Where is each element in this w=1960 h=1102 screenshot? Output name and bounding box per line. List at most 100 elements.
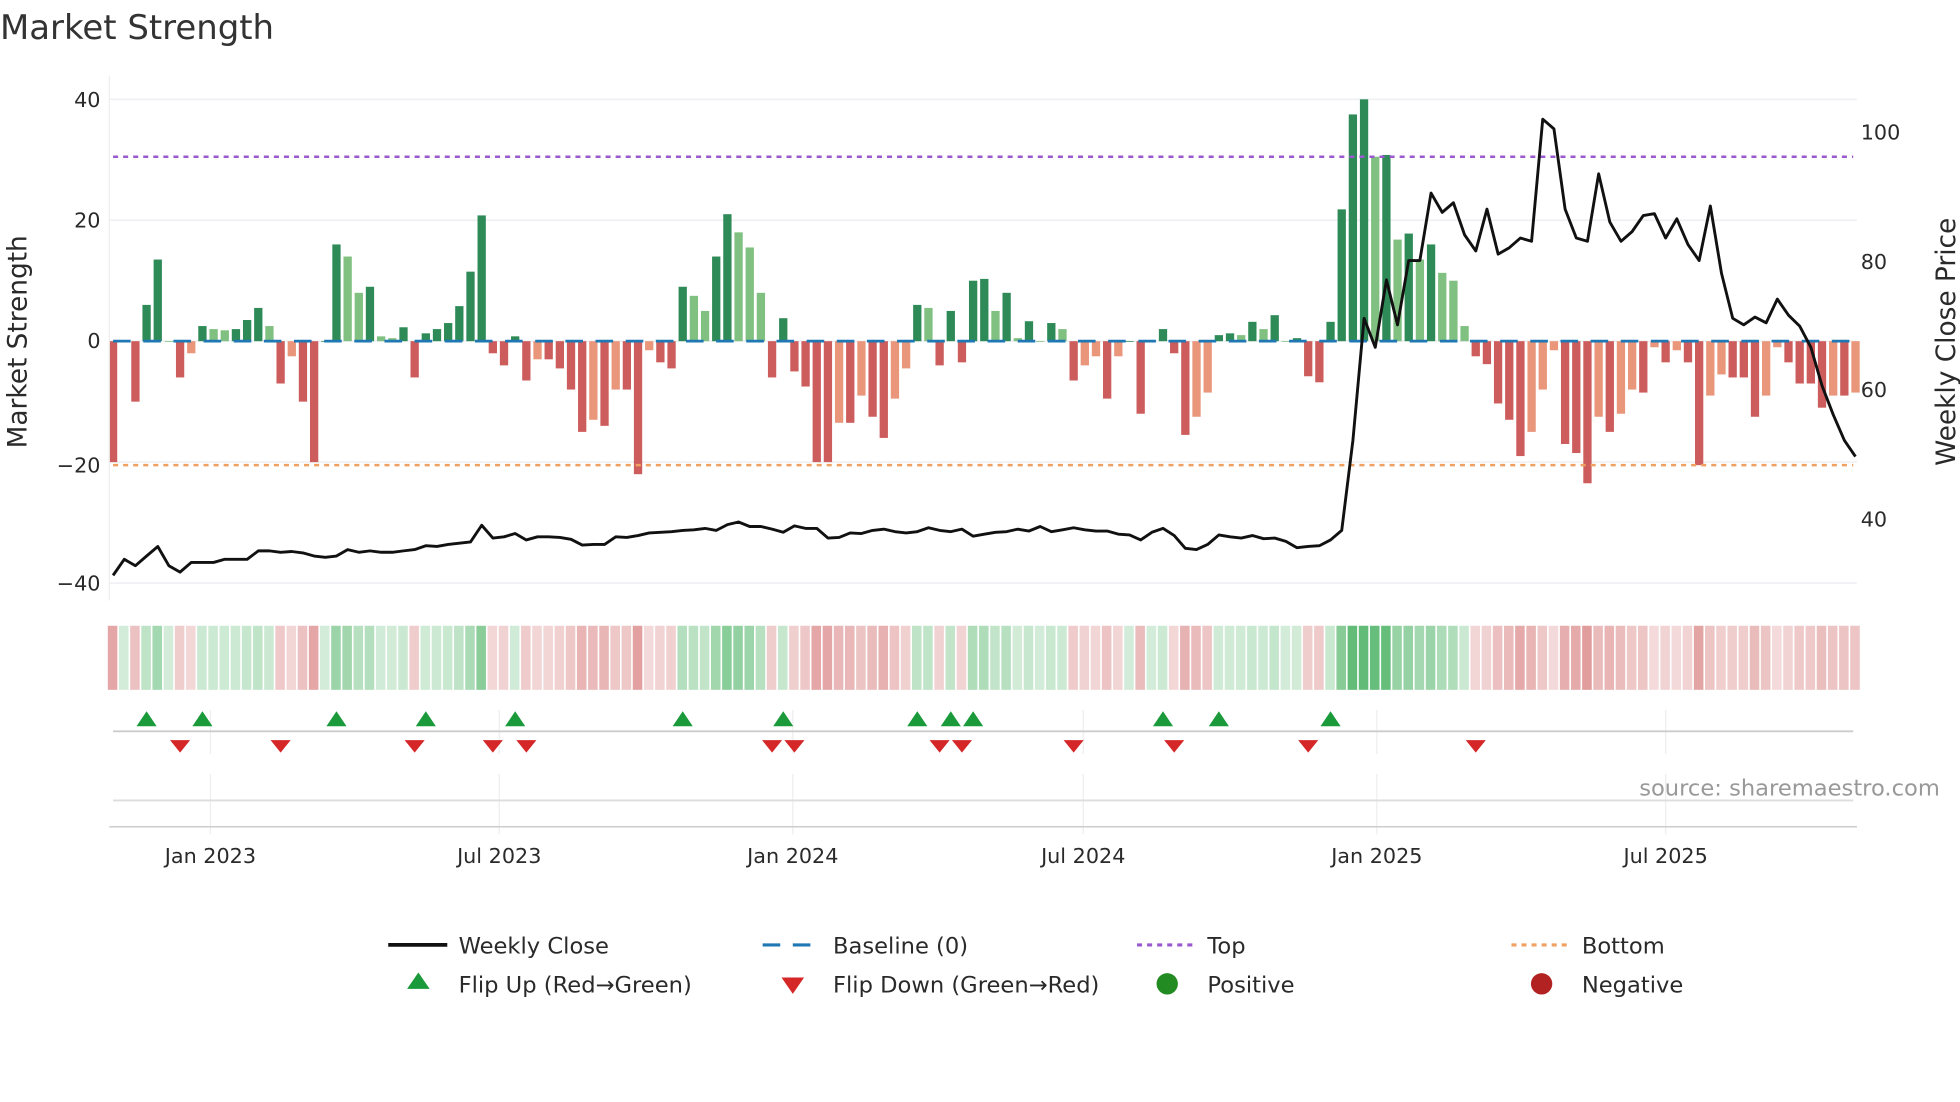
strength-bar <box>622 341 632 390</box>
heatmap-cell <box>219 625 230 690</box>
heatmap-cell <box>1336 625 1346 690</box>
y2-axis-title: Weekly Close Price <box>1932 218 1960 466</box>
flip-down-marker <box>1164 740 1185 753</box>
flip-up-marker <box>1320 711 1341 727</box>
heatmap-cell <box>800 625 810 690</box>
heatmap-cell <box>1638 625 1648 690</box>
strength-bar <box>790 341 799 372</box>
strength-bar <box>946 310 955 342</box>
heatmap-cell <box>1403 625 1414 690</box>
circle-icon <box>1530 973 1553 995</box>
heatmap-cell <box>722 625 732 690</box>
strength-bar <box>1594 341 1603 417</box>
heatmap-cell <box>1548 625 1559 690</box>
strength-bar <box>857 341 866 396</box>
heatmap-cell <box>1168 625 1179 690</box>
heatmap-cell <box>532 625 542 690</box>
heatmap-cell <box>934 625 944 690</box>
strength-bar <box>1158 329 1168 342</box>
heatmap-cell <box>454 625 464 690</box>
heatmap-cell <box>1738 625 1749 690</box>
legend-item-top[interactable]: Top <box>1137 934 1246 960</box>
flip-down-marker <box>1063 740 1084 753</box>
heatmap-cell <box>1358 625 1369 690</box>
heatmap-cell <box>1772 625 1782 690</box>
heatmap-cell <box>1436 625 1447 690</box>
flip-down-marker <box>270 740 291 753</box>
heatmap-cell <box>1827 625 1838 690</box>
gridlines <box>109 98 1857 835</box>
strength-bar <box>1304 341 1313 377</box>
heatmap-cell <box>185 625 196 690</box>
flip-down-marker <box>404 740 425 753</box>
flip-down-marker <box>516 740 537 753</box>
strength-bar <box>767 341 777 378</box>
heatmap-cell <box>1090 625 1101 690</box>
strength-bar <box>1527 341 1536 432</box>
heatmap-cell <box>1716 625 1726 690</box>
heatmap-cell <box>1269 625 1279 690</box>
strength-bar <box>466 271 475 342</box>
flip-up-marker <box>136 711 157 727</box>
heatmap-cell <box>442 625 453 690</box>
heatmap-cell <box>1448 625 1458 690</box>
heatmap-cell <box>1749 625 1760 690</box>
heatmap-cell <box>1582 625 1592 690</box>
heatmap-cell <box>655 625 665 690</box>
strength-bar <box>1572 341 1581 454</box>
strength-bar <box>913 304 922 342</box>
legend-item-baseline[interactable]: Baseline (0) <box>762 934 968 960</box>
heatmap-cell <box>1682 625 1693 690</box>
legend-item-bottom[interactable]: Bottom <box>1511 934 1665 960</box>
heatmap-cell <box>1727 625 1737 690</box>
heatmap-cell <box>253 625 263 690</box>
heatmap-cell <box>856 625 866 690</box>
strength-bar <box>175 341 185 378</box>
strength-bar <box>1181 341 1190 435</box>
strength-bar <box>131 341 140 402</box>
heatmap-cell <box>1660 625 1670 690</box>
strength-bar <box>1203 341 1212 393</box>
y2-tick-label: 60 <box>1861 378 1887 402</box>
heatmap-cell <box>1302 625 1313 690</box>
strength-bar <box>1639 341 1648 393</box>
legend-item-flip-up[interactable]: Flip Up (Red→Green) <box>407 972 692 999</box>
heatmap-cell <box>1760 625 1771 690</box>
strength-bar <box>1024 321 1034 342</box>
heatmap-cell <box>465 625 475 690</box>
strength-bar <box>410 341 419 378</box>
heatmap-cell <box>387 625 397 690</box>
heatmap-cell <box>889 625 900 690</box>
strength-bar <box>689 295 699 342</box>
heatmap-cell <box>476 625 486 690</box>
strength-bar <box>1627 341 1637 390</box>
strength-bar <box>1270 315 1279 342</box>
heatmap-cell <box>1515 625 1525 690</box>
heatmap-cell <box>1615 625 1626 690</box>
heatmap-cell <box>1258 625 1268 690</box>
strength-bar <box>198 326 207 342</box>
strength-bar <box>1583 341 1592 484</box>
strength-bar <box>879 341 888 438</box>
legend-item-weekly-close[interactable]: Weekly Close <box>388 934 609 960</box>
strength-bar <box>533 341 542 360</box>
strength-bar <box>1683 341 1693 363</box>
triangle-down-icon <box>781 977 805 994</box>
heatmap-cell <box>610 625 620 690</box>
strength-bar <box>220 330 229 342</box>
heatmap-cell <box>197 625 207 690</box>
y2-tick-label: 80 <box>1861 250 1887 274</box>
heatmap-cell <box>1213 625 1224 690</box>
strength-bar <box>1091 341 1101 357</box>
heatmap-cell <box>811 625 822 690</box>
strength-bar <box>723 214 732 342</box>
strength-bar <box>432 329 442 342</box>
legend-item-positive[interactable]: Positive <box>1156 973 1295 999</box>
heatmap-cell <box>844 625 855 690</box>
strength-bar <box>1549 341 1559 351</box>
heatmap-cell <box>878 625 889 690</box>
legend-label: Negative <box>1582 973 1683 999</box>
legend-item-flip-down[interactable]: Flip Down (Green→Red) <box>781 973 1099 999</box>
legend-item-negative[interactable]: Negative <box>1530 973 1683 999</box>
heatmap-cell <box>241 625 252 690</box>
